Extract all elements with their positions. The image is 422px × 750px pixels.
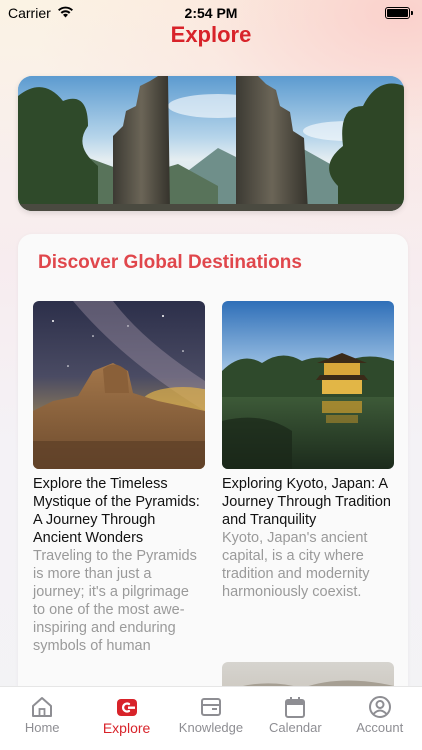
wifi-icon (57, 5, 74, 21)
carrier-label: Carrier (8, 5, 51, 21)
article-card-kyoto[interactable]: Exploring Kyoto, Japan: A Journey Throug… (222, 301, 394, 601)
page-title: Explore (170, 22, 252, 47)
article-title[interactable]: Explore the Timeless Mystique of the Pyr… (33, 475, 205, 547)
tab-home[interactable]: Home (0, 696, 84, 735)
status-left: Carrier (8, 5, 74, 21)
article-card-pyramids[interactable]: Explore the Timeless Mystique of the Pyr… (33, 301, 205, 655)
tab-account[interactable]: Account (338, 696, 422, 735)
knowledge-icon (199, 696, 223, 718)
section-title: Discover Global Destinations (38, 252, 302, 273)
kyoto-image[interactable] (222, 301, 394, 469)
tab-explore[interactable]: Explore (85, 696, 169, 736)
calendar-icon (283, 696, 307, 718)
battery-icon (385, 7, 413, 19)
article-description: Kyoto, Japan's ancient capital, is a cit… (222, 530, 370, 600)
tab-calendar[interactable]: Calendar (253, 696, 337, 735)
pyramids-image[interactable] (33, 301, 205, 469)
explore-icon (115, 696, 139, 718)
home-icon (30, 696, 54, 718)
tab-bar: Home Explore Knowledge Calendar Account (0, 686, 422, 750)
tab-label: Home (24, 720, 60, 735)
article-description: Traveling to the Pyramids is more than j… (33, 548, 197, 654)
tab-label: Calendar (268, 720, 322, 735)
article-title[interactable]: Exploring Kyoto, Japan: A Journey Throug… (222, 475, 394, 529)
tab-label: Explore (102, 720, 151, 736)
destinations-section: Discover Global Destinations Explore the… (18, 234, 408, 704)
tab-label: Account (356, 720, 404, 735)
tab-knowledge[interactable]: Knowledge (169, 696, 253, 735)
account-icon (368, 696, 392, 718)
tab-label: Knowledge (178, 720, 244, 735)
hero-banner-image[interactable] (18, 76, 404, 211)
